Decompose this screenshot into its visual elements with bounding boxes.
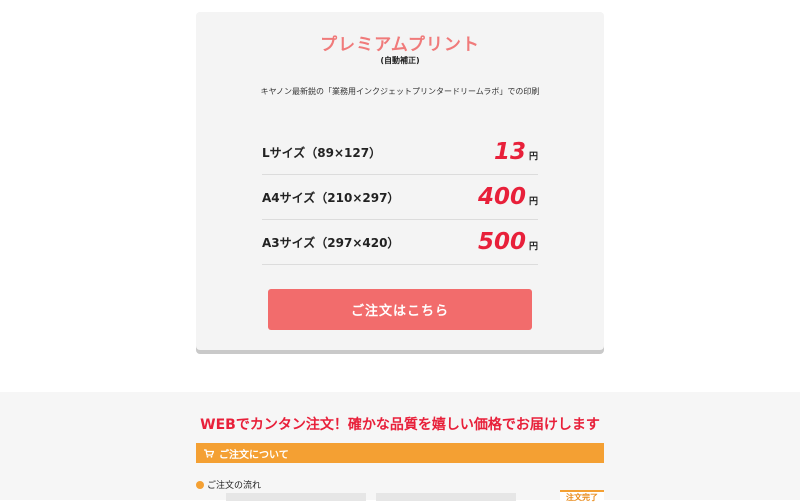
order-info-bar: ご注文について <box>196 443 604 463</box>
price-row-a3: A3サイズ（297×420） 500 円 <box>262 220 538 265</box>
price-list: Lサイズ（89×127） 13 円 A4サイズ（210×297） 400 円 A… <box>262 130 538 265</box>
size-label: Lサイズ（89×127） <box>262 145 382 160</box>
order-button[interactable]: ご注文はこちら <box>268 289 532 330</box>
price-row-a4: A4サイズ（210×297） 400 円 <box>262 175 538 220</box>
cart-icon <box>204 448 214 458</box>
product-subtitle: (自動補正) <box>380 56 420 65</box>
order-flow-heading: ご注文の流れ <box>196 478 261 491</box>
price-value: 400 <box>477 184 526 210</box>
size-label: A3サイズ（297×420） <box>262 235 400 250</box>
price: 400 円 <box>478 184 538 210</box>
order-flow-label: ご注文の流れ <box>207 481 262 491</box>
price-unit: 円 <box>528 197 538 207</box>
price-unit: 円 <box>528 152 538 162</box>
order-complete-badge: 注文完了 <box>560 490 604 504</box>
order-info-label: ご注文について <box>219 449 289 461</box>
price: 500 円 <box>478 229 538 255</box>
product-description: キヤノン最新鋭の「業務用インクジェットプリンタードリームラボ」での印刷 <box>260 87 540 96</box>
product-title: プレミアムプリント <box>320 35 480 55</box>
price: 13 円 <box>494 139 538 165</box>
size-label: A4サイズ（210×297） <box>262 190 400 205</box>
price-value: 500 <box>477 229 526 255</box>
dot-icon <box>196 480 204 489</box>
section-headline: WEBでカンタン注文！確かな品質を嬉しい価格でお届けします <box>200 417 600 433</box>
info-section: WEBでカンタン注文！確かな品質を嬉しい価格でお届けします ご注文について ご注… <box>0 392 800 504</box>
price-unit: 円 <box>528 242 538 252</box>
price-row-l: Lサイズ（89×127） 13 円 <box>262 130 538 175</box>
price-value: 13 <box>493 139 526 165</box>
product-card: プレミアムプリント (自動補正) キヤノン最新鋭の「業務用インクジェットプリンタ… <box>196 12 604 350</box>
